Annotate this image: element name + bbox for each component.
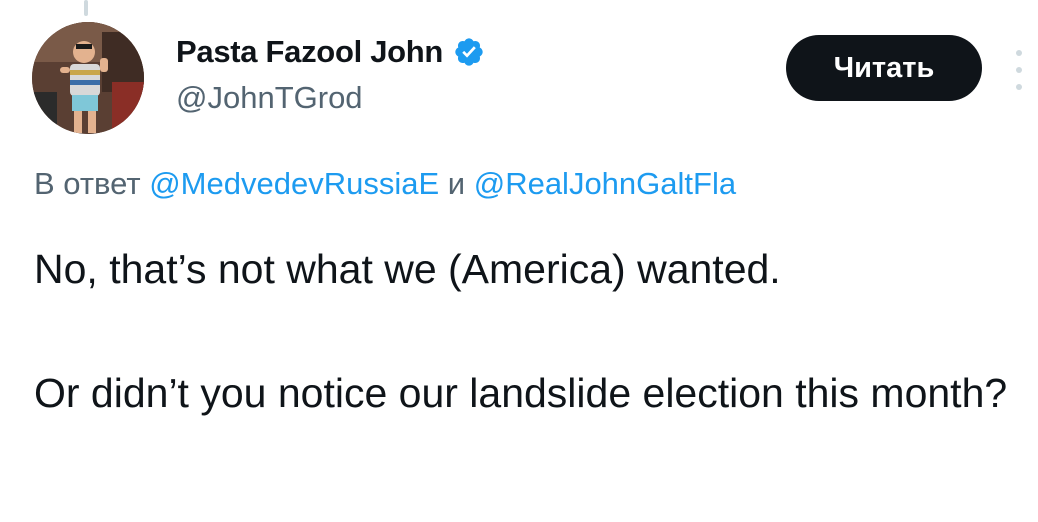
follow-button[interactable]: Читать: [786, 35, 982, 101]
avatar[interactable]: [32, 22, 144, 134]
tweet-body: No, that’s not what we (America) wanted.…: [34, 238, 1014, 424]
reply-prefix: В ответ: [34, 166, 141, 201]
tweet-paragraph: Or didn’t you notice our landslide elect…: [34, 370, 1008, 416]
more-dot: [1016, 50, 1022, 56]
thread-connector-line: [84, 0, 88, 16]
verified-badge-icon: [453, 36, 485, 68]
more-dot: [1016, 67, 1022, 73]
reply-mention-link[interactable]: @MedvedevRussiaE: [149, 166, 439, 201]
avatar-photo: [32, 22, 144, 134]
author-display-name[interactable]: Pasta Fazool John: [176, 34, 443, 70]
tweet-paragraph: No, that’s not what we (America) wanted.: [34, 246, 781, 292]
author-name-row: Pasta Fazool John: [176, 30, 485, 74]
more-vertical-icon[interactable]: [1010, 50, 1028, 90]
author-handle[interactable]: @JohnTGrod: [176, 80, 363, 116]
more-dot: [1016, 84, 1022, 90]
reply-mention-link[interactable]: @RealJohnGaltFla: [474, 166, 736, 201]
reply-context: В ответ @MedvedevRussiaE и @RealJohnGalt…: [34, 166, 736, 202]
reply-conjunction: и: [447, 166, 466, 201]
